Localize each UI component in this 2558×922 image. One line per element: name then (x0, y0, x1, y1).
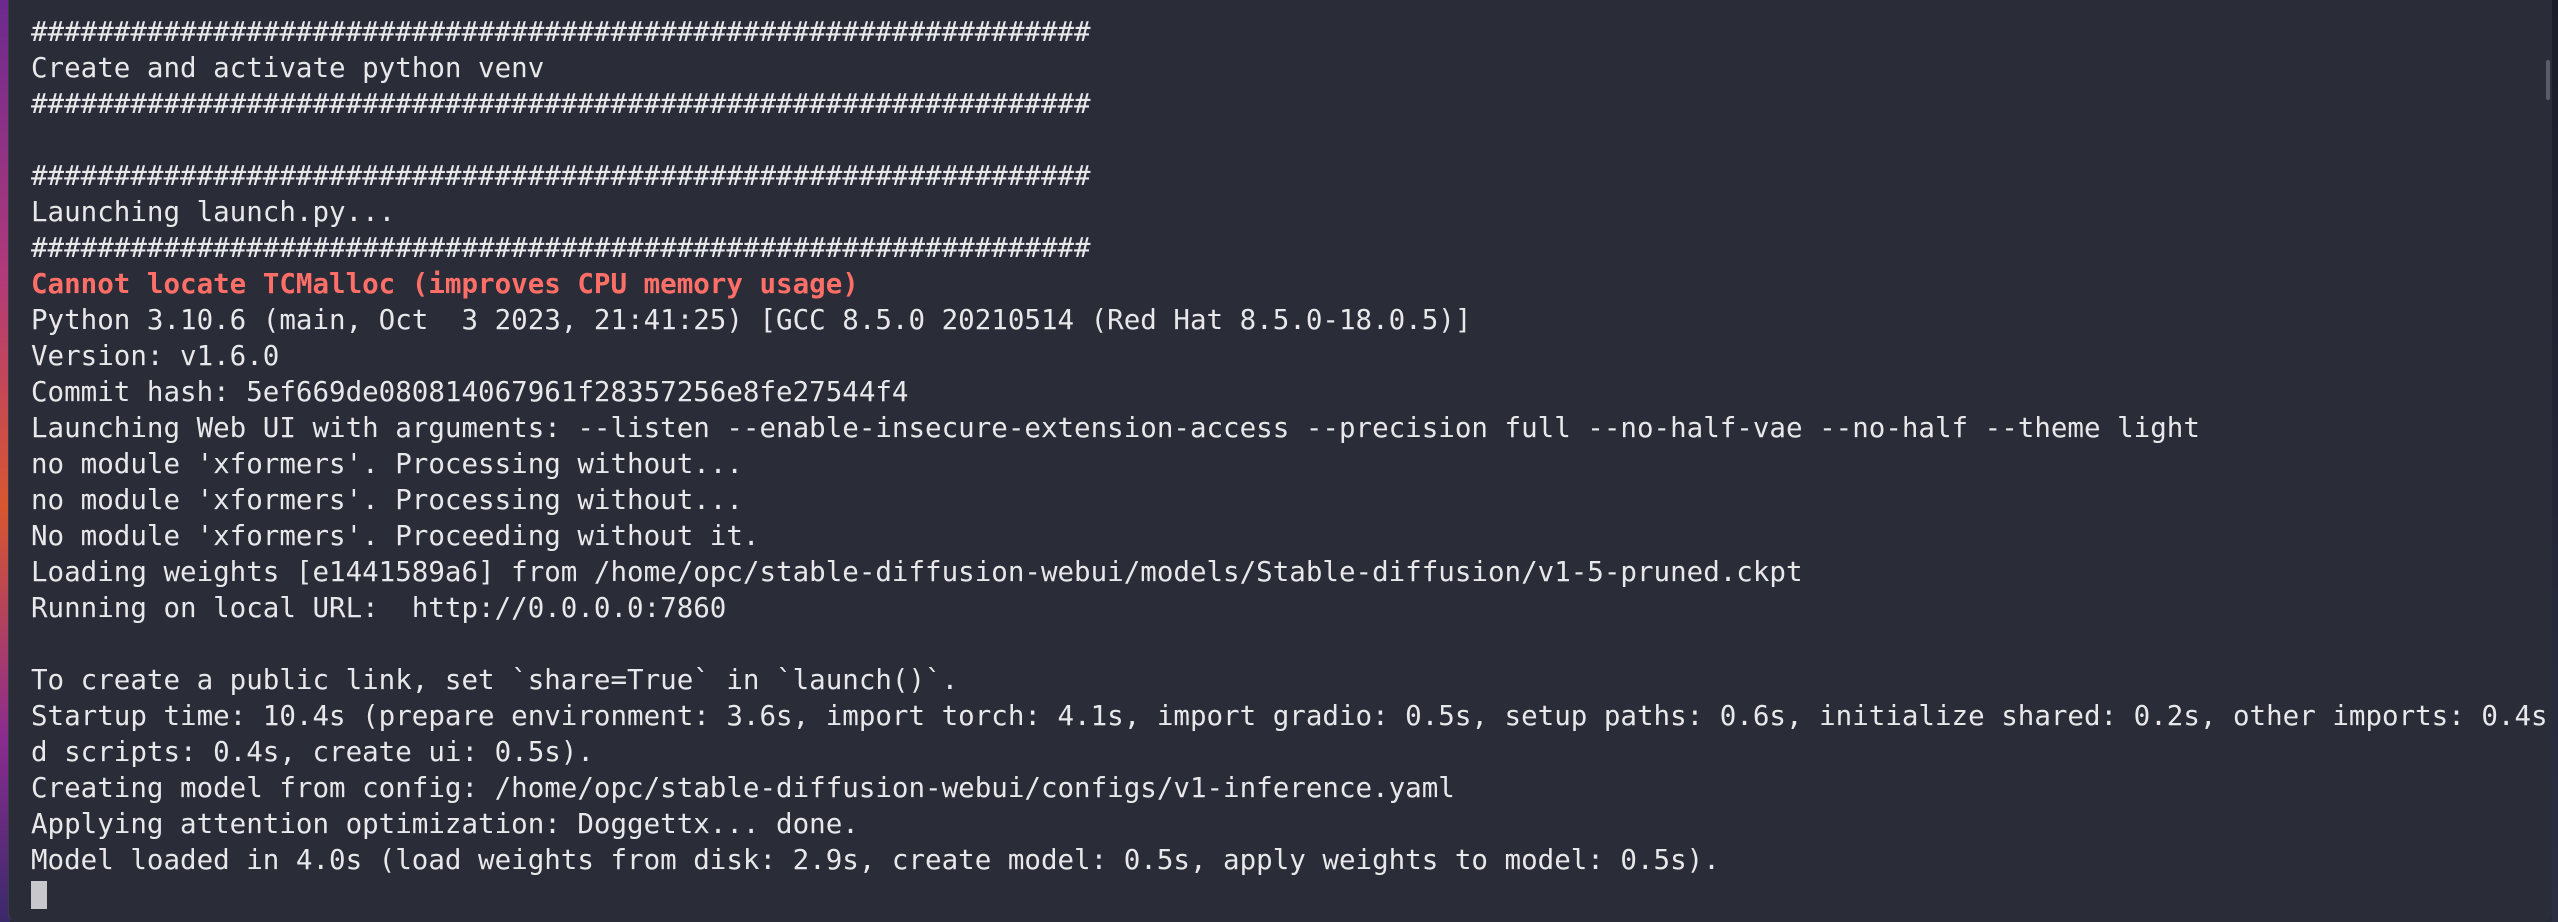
terminal-line: ########################################… (31, 232, 1091, 264)
terminal-line: ########################################… (31, 16, 1091, 48)
desktop-edge-right (2552, 0, 2558, 922)
terminal-line: no module 'xformers'. Processing without… (31, 448, 743, 480)
terminal-window[interactable]: ########################################… (8, 0, 2552, 922)
terminal-warning-line: Cannot locate TCMalloc (improves CPU mem… (31, 268, 859, 300)
terminal-line: To create a public link, set `share=True… (31, 664, 959, 696)
terminal-output: ########################################… (31, 14, 2552, 914)
terminal-line: Startup time: 10.4s (prepare environment… (31, 700, 2552, 732)
terminal-line: ########################################… (31, 88, 1091, 120)
terminal-line: Version: v1.6.0 (31, 340, 280, 372)
terminal-line: No module 'xformers'. Proceeding without… (31, 520, 760, 552)
terminal-line: Creating model from config: /home/opc/st… (31, 772, 1455, 804)
terminal-line: Applying attention optimization: Doggett… (31, 808, 859, 840)
terminal-line: no module 'xformers'. Processing without… (31, 484, 743, 516)
terminal-prompt-line[interactable] (31, 878, 2541, 914)
terminal-line: Model loaded in 4.0s (load weights from … (31, 844, 1720, 876)
terminal-line: Python 3.10.6 (main, Oct 3 2023, 21:41:2… (31, 304, 1472, 336)
text-cursor (31, 881, 47, 909)
terminal-line: ########################################… (31, 160, 1091, 192)
terminal-line: Commit hash: 5ef669de080814067961f283572… (31, 376, 909, 408)
terminal-line: Running on local URL: http://0.0.0.0:786… (31, 592, 727, 624)
terminal-line: d scripts: 0.4s, create ui: 0.5s). (31, 736, 594, 768)
terminal-line: Loading weights [e1441589a6] from /home/… (31, 556, 1803, 588)
terminal-scrollbar[interactable] (2546, 60, 2550, 100)
terminal-line: Launching launch.py... (31, 196, 396, 228)
terminal-line: Create and activate python venv (31, 52, 545, 84)
terminal-line: Launching Web UI with arguments: --liste… (31, 412, 2200, 444)
